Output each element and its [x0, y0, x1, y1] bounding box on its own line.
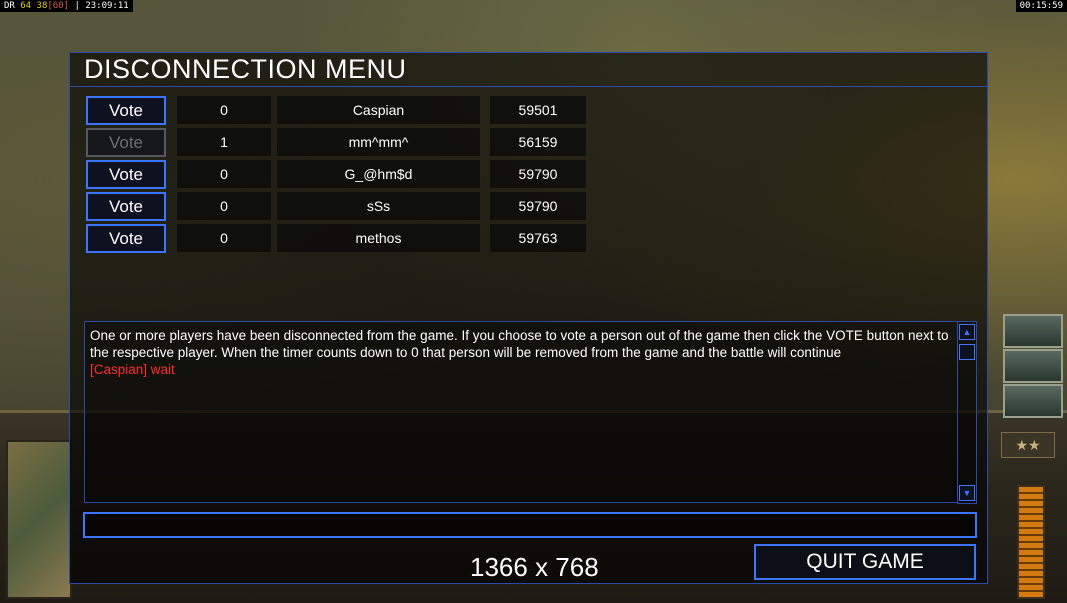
player-name: Caspian	[277, 96, 480, 124]
overlay-prefix: DR	[4, 1, 15, 11]
vote-button[interactable]: Vote	[86, 96, 166, 125]
quit-game-button[interactable]: QUIT GAME	[754, 544, 976, 580]
player-name: G_@hm$d	[277, 160, 480, 188]
command-button-1	[1003, 314, 1063, 348]
overlay-value-a: 64	[20, 1, 32, 11]
scroll-up-arrow-icon[interactable]: ▲	[959, 324, 975, 340]
vote-button-disabled[interactable]: Vote	[86, 128, 166, 157]
overlay-value-b: 38	[36, 1, 48, 11]
command-button-3	[1003, 384, 1063, 418]
command-button-2	[1003, 349, 1063, 383]
message-log: One or more players have been disconnect…	[84, 321, 958, 503]
player-name: mm^mm^	[277, 128, 480, 156]
scroll-thumb[interactable]	[959, 344, 975, 360]
rank-stars-icon: ★★	[1001, 432, 1055, 458]
player-timer: 59790	[490, 160, 586, 188]
disconnection-dialog: DISCONNECTION MENU Vote 0 Caspian 59501 …	[69, 52, 988, 584]
vote-count: 0	[177, 96, 271, 124]
message-text: One or more players have been disconnect…	[90, 327, 950, 378]
game-timer-value: 00:15:59	[1019, 1, 1063, 11]
chat-input[interactable]	[83, 512, 977, 538]
title-divider	[70, 86, 987, 87]
message-scrollbar[interactable]: ▲ ▼	[957, 321, 977, 504]
player-timer: 56159	[490, 128, 586, 156]
vote-button[interactable]: Vote	[86, 160, 166, 189]
player-timer: 59790	[490, 192, 586, 220]
vote-count: 0	[177, 192, 271, 220]
disconnect-notice: One or more players have been disconnect…	[90, 328, 949, 360]
player-timer: 59501	[490, 96, 586, 124]
vote-count: 1	[177, 128, 271, 156]
resolution-label: 1366 x 768	[470, 552, 599, 582]
dialog-title: DISCONNECTION MENU	[84, 54, 407, 84]
vote-button[interactable]: Vote	[86, 192, 166, 221]
chat-message: [Caspian] wait	[90, 362, 175, 377]
scroll-down-arrow-icon[interactable]: ▼	[959, 485, 975, 501]
overlay-clock: 23:09:11	[85, 1, 129, 11]
player-name: methos	[277, 224, 480, 252]
fps-overlay: DR 64 38[60] | 23:09:11	[0, 0, 133, 12]
overlay-value-c: [60]	[47, 1, 70, 11]
player-timer: 59763	[490, 224, 586, 252]
minimap	[6, 440, 72, 599]
power-meter	[1017, 485, 1045, 599]
vote-button[interactable]: Vote	[86, 224, 166, 253]
vote-count: 0	[177, 224, 271, 252]
player-name: sSs	[277, 192, 480, 220]
game-timer: 00:15:59	[1015, 0, 1067, 12]
vote-count: 0	[177, 160, 271, 188]
